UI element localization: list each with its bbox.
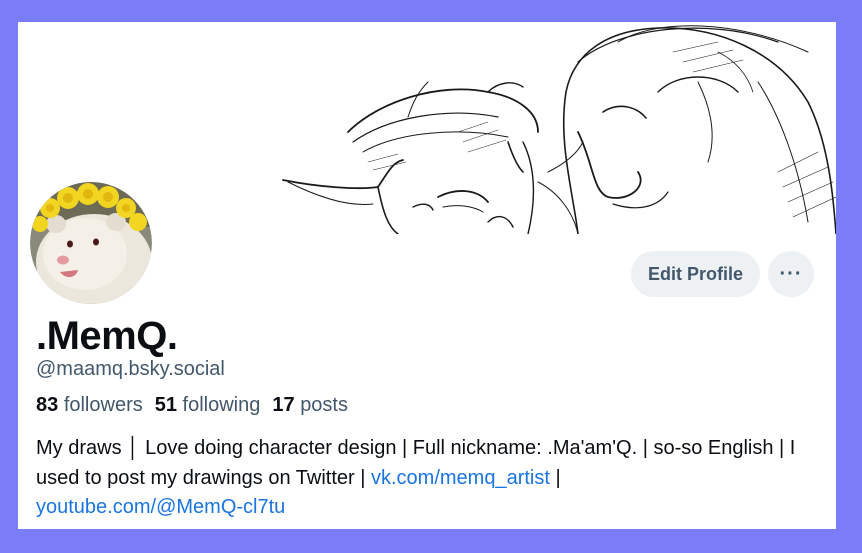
followers-stat[interactable]: 83 followers <box>36 394 143 417</box>
vk-link[interactable]: vk.com/memq_artist <box>371 467 550 489</box>
profile-card: Edit Profile ··· .MemQ. @maamq.bsky.soci… <box>18 22 836 529</box>
followers-label: followers <box>63 394 143 416</box>
posts-count: 17 <box>272 394 295 416</box>
profile-bio: My draws │ Love doing character design |… <box>36 434 826 523</box>
profile-actions: Edit Profile ··· <box>630 251 814 297</box>
bio-separator: | <box>549 466 561 489</box>
banner-sketch-image <box>282 25 836 234</box>
ferret-avatar-image <box>30 182 152 304</box>
profile-handle: @maamq.bsky.social <box>36 358 225 380</box>
profile-banner[interactable] <box>18 22 836 234</box>
posts-stat: 17 posts <box>272 394 348 417</box>
following-count: 51 <box>154 394 177 416</box>
posts-label: posts <box>300 394 348 416</box>
more-options-button[interactable]: ··· <box>768 251 814 297</box>
following-label: following <box>182 394 261 416</box>
following-stat[interactable]: 51 following <box>155 394 261 417</box>
followers-count: 83 <box>36 394 59 416</box>
profile-avatar[interactable] <box>30 182 152 304</box>
profile-display-name: .MemQ. <box>36 314 178 358</box>
ellipsis-icon: ··· <box>779 262 803 285</box>
profile-stats: 83 followers 51 following 17 posts <box>36 394 348 417</box>
edit-profile-button[interactable]: Edit Profile <box>630 251 760 297</box>
youtube-link[interactable]: youtube.com/@MemQ-cl7tu <box>36 496 285 518</box>
